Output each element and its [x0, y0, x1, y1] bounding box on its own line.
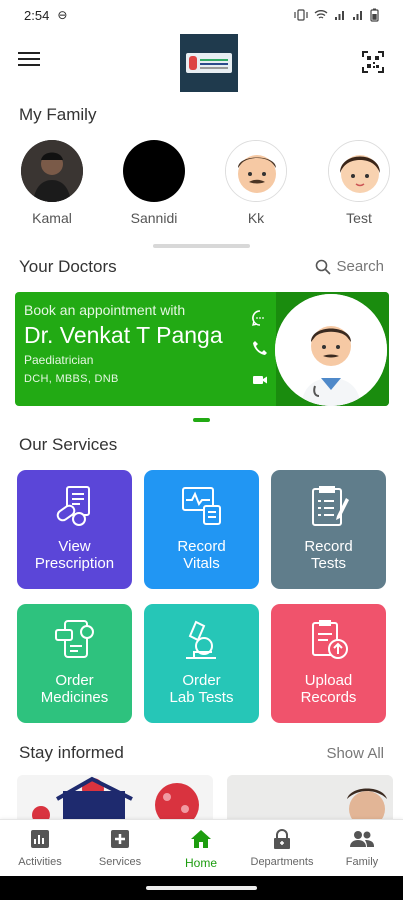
vitals-icon: [182, 487, 221, 525]
video-call-icon[interactable]: [251, 371, 269, 389]
service-label: Order Medicines: [40, 672, 109, 706]
medicine-order-icon: [55, 620, 94, 658]
phone-icon[interactable]: [251, 339, 269, 357]
app-bar: [0, 30, 403, 94]
news-card[interactable]: [17, 775, 213, 819]
avatar: [21, 140, 83, 202]
nav-label: Departments: [250, 856, 314, 868]
nav-label: Family: [345, 856, 379, 868]
member-name: Sannidi: [130, 210, 178, 226]
family-member-kamal[interactable]: Kamal: [17, 140, 87, 226]
member-name: Kamal: [32, 210, 72, 226]
lock-building-icon: [274, 829, 290, 849]
clinic-logo: [180, 34, 238, 92]
family-member-kk[interactable]: Kk: [221, 140, 291, 226]
menu-icon[interactable]: [18, 48, 40, 68]
show-all-link[interactable]: Show All: [326, 745, 384, 762]
signal-icon: [335, 11, 344, 20]
people-icon: [350, 831, 374, 847]
prescription-icon: [56, 486, 90, 526]
activities-icon: [31, 830, 49, 848]
notification-icon: ⊖: [57, 8, 68, 22]
service-upload-records[interactable]: Upload Records: [271, 604, 386, 723]
system-gesture-bar: [0, 876, 403, 900]
qr-scan-icon[interactable]: [361, 50, 385, 74]
signal-icon-2: [353, 11, 362, 20]
service-record-tests[interactable]: Record Tests: [271, 470, 386, 589]
family-list: Kamal Sannidi Kk Test: [0, 140, 403, 230]
my-family-title: My Family: [19, 105, 97, 124]
service-label: View Prescription: [34, 538, 115, 572]
nav-family[interactable]: Family: [322, 820, 402, 877]
your-doctors-title: Your Doctors: [19, 257, 117, 276]
avatar: [225, 140, 287, 202]
nav-activities[interactable]: Activities: [0, 820, 80, 877]
family-member-sannidi[interactable]: Sannidi: [119, 140, 189, 226]
member-name: Test: [346, 210, 372, 226]
upload-records-icon: [312, 620, 348, 659]
service-label: Order Lab Tests: [169, 672, 234, 706]
carousel-indicator: [193, 418, 210, 422]
news-image: [227, 775, 393, 819]
status-time: 2:54: [24, 7, 50, 23]
search-label: Search: [336, 258, 384, 275]
home-icon: [191, 830, 211, 848]
wifi-icon: [314, 10, 328, 19]
family-member-test[interactable]: Test: [324, 140, 394, 226]
doctor-card[interactable]: Book an appointment with Dr. Venkat T Pa…: [15, 292, 389, 406]
service-label: Upload Records: [300, 672, 357, 706]
service-order-lab-tests[interactable]: Order Lab Tests: [144, 604, 259, 723]
search-icon: [316, 259, 332, 275]
doctor-specialty: Paediatrician: [24, 353, 94, 367]
logo-mark: [186, 53, 232, 73]
doctor-avatar: [275, 294, 387, 406]
nav-services[interactable]: Services: [80, 820, 160, 877]
bottom-navigation: Activities Services Home Departments Fam…: [0, 819, 403, 876]
news-card[interactable]: [227, 775, 393, 819]
our-services-title: Our Services: [19, 435, 118, 454]
service-view-prescription[interactable]: View Prescription: [17, 470, 132, 589]
doctor-name: Dr. Venkat T Panga: [24, 322, 223, 348]
service-order-medicines[interactable]: Order Medicines: [17, 604, 132, 723]
family-scroll-indicator: [153, 244, 250, 248]
plus-box-icon: [111, 830, 129, 848]
news-image: [17, 775, 213, 819]
nav-label: Home: [184, 856, 217, 870]
home-gesture-pill[interactable]: [146, 886, 257, 890]
doctor-degrees: DCH, MBBS, DNB: [24, 373, 119, 385]
book-appointment-text: Book an appointment with: [24, 302, 186, 318]
stay-informed-title: Stay informed: [19, 743, 124, 762]
status-icons: [294, 8, 379, 22]
status-bar: 2:54 ⊖: [0, 0, 403, 30]
doctor-search-button[interactable]: Search: [315, 258, 384, 275]
service-record-vitals[interactable]: Record Vitals: [144, 470, 259, 589]
avatar: [328, 140, 390, 202]
nav-home[interactable]: Home: [161, 820, 241, 877]
test-clipboard-icon: [312, 486, 349, 526]
avatar: [123, 140, 185, 202]
member-name: Kk: [247, 210, 265, 226]
battery-icon: [370, 8, 379, 22]
nav-label: Services: [98, 856, 142, 868]
chat-icon[interactable]: [251, 309, 269, 327]
vibrate-icon: [294, 9, 308, 21]
service-label: Record Tests: [304, 538, 353, 572]
nav-departments[interactable]: Departments: [242, 820, 322, 877]
service-label: Record Vitals: [177, 538, 226, 572]
microscope-icon: [186, 620, 216, 659]
nav-label: Activities: [18, 856, 62, 868]
